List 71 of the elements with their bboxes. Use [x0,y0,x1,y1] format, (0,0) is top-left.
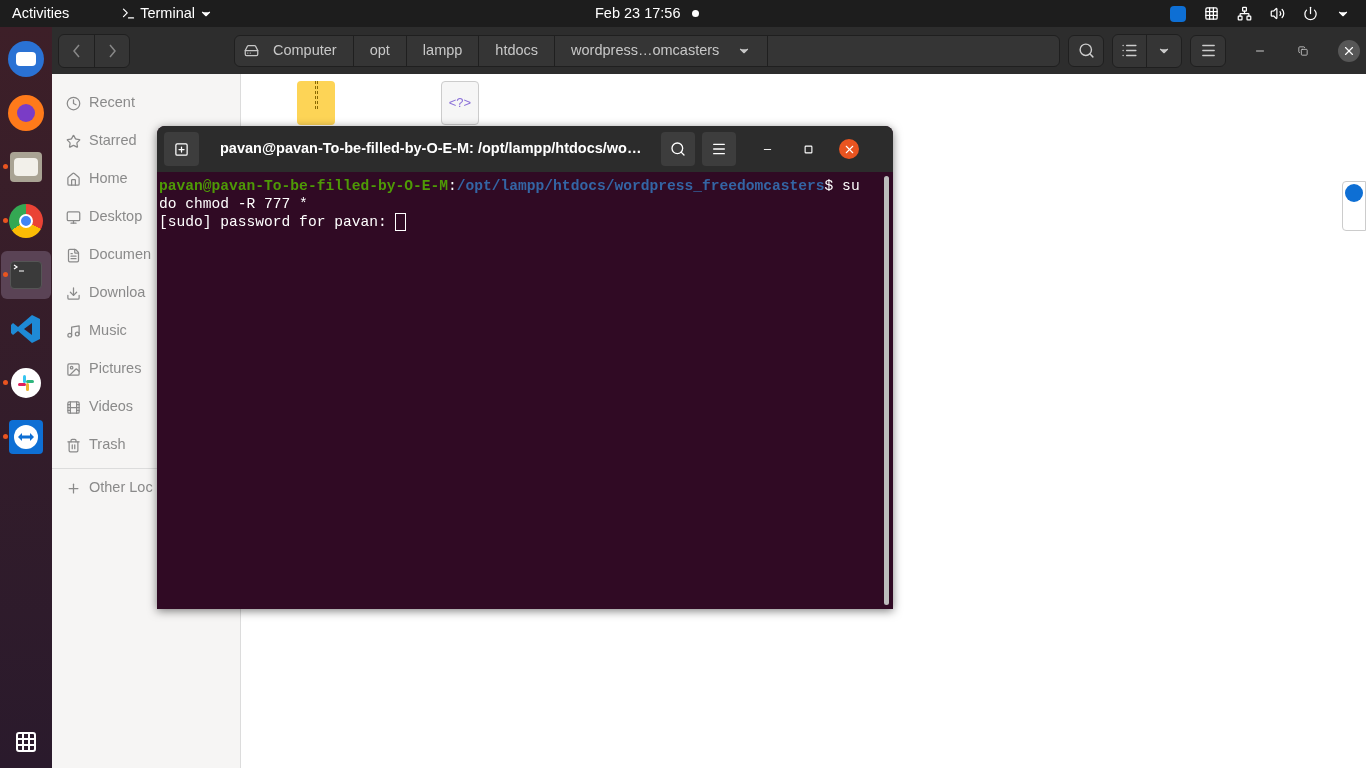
film-icon [66,399,81,415]
path-button[interactable]: lampp [406,35,480,66]
path-button[interactable]: Computer [259,35,354,66]
download-icon [66,285,81,301]
path-button[interactable]: htdocs [479,35,556,66]
terminal-app-icon[interactable] [10,261,42,289]
sidebar-item[interactable]: Documen [66,236,152,274]
mail-app-icon[interactable] [8,41,44,77]
star-icon [66,133,81,149]
sidebar-item[interactable]: Pictures [66,350,142,388]
menu-icon [711,141,728,157]
chat-app-icon[interactable] [11,368,41,398]
trash-icon [66,437,81,453]
chevron-right-icon [108,43,116,58]
search-button[interactable] [661,132,696,166]
sidebar-item[interactable]: Videos [66,388,134,426]
search-icon [670,141,687,157]
clock-icon [66,95,81,111]
music-note-icon [66,323,81,339]
home-icon [66,171,81,187]
sidebar-item[interactable]: Home [66,160,128,198]
search-icon [1077,42,1095,59]
remote-app-icon[interactable] [9,420,43,454]
menu-icon [1199,42,1217,59]
chevron-left-icon [73,43,80,58]
search-button[interactable] [1068,34,1104,67]
archive-file-icon[interactable] [297,81,335,125]
app-grid-icon[interactable] [14,730,38,754]
close-button[interactable] [1338,39,1360,62]
code-editor-app-icon[interactable] [10,313,42,345]
grid-tray-icon[interactable] [1204,6,1219,21]
browser-app-icon[interactable] [8,95,44,131]
sidebar-item[interactable]: Downloa [66,274,146,312]
terminal-line: pavan@pavan-To-be-filled-by-O-E-M:/opt/lampp/htdocs/wordpress_freedomcasters$ su [159,177,861,195]
remote-tray-icon[interactable] [1170,5,1186,22]
list-icon [1121,42,1138,59]
close-button[interactable] [839,139,860,159]
path-button[interactable]: opt [353,35,407,66]
image-icon [66,361,81,377]
restore-button[interactable] [1298,45,1308,56]
sidebar-item[interactable]: Other Loc [66,469,153,507]
sidebar-item[interactable]: Recent [66,84,135,122]
terminal-line: do chmod -R 777 * [159,195,309,213]
drive-icon [244,43,259,58]
new-tab-button[interactable] [164,132,199,166]
sidebar-item[interactable]: Starred [66,122,137,160]
browser-app-icon[interactable] [9,204,43,238]
activities-button[interactable]: Activities [12,2,70,25]
app-menu[interactable]: Terminal [121,2,213,25]
terminal-line: [sudo] password for pavan: [159,213,884,231]
remote-widget-icon[interactable] [1342,181,1366,231]
monitor-icon [66,209,81,225]
sidebar-item[interactable]: Trash [66,426,126,464]
sidebar-item[interactable]: Desktop [66,198,143,236]
clock[interactable]: Feb 23 17:56 [595,2,681,25]
maximize-button[interactable] [804,144,814,154]
plus-icon [174,141,189,157]
menu-button[interactable] [702,132,737,166]
power-icon[interactable] [1303,6,1318,21]
cursor-icon [395,213,407,231]
terminal-icon [121,6,137,21]
network-icon[interactable] [1237,6,1252,21]
scrollbar[interactable] [884,176,889,605]
volume-icon[interactable] [1270,6,1285,21]
script-file-icon[interactable]: <?> [441,81,479,125]
document-icon [66,247,81,263]
window-title: pavan@pavan-To-be-filled-by-O-E-M: /opt/lampp/htdocs/wo… [220,139,642,159]
plus-icon [66,480,81,496]
path-button[interactable]: wordpress…omcasters [555,35,769,66]
sidebar-item[interactable]: Music [66,312,127,350]
menu-button[interactable] [1190,34,1226,67]
